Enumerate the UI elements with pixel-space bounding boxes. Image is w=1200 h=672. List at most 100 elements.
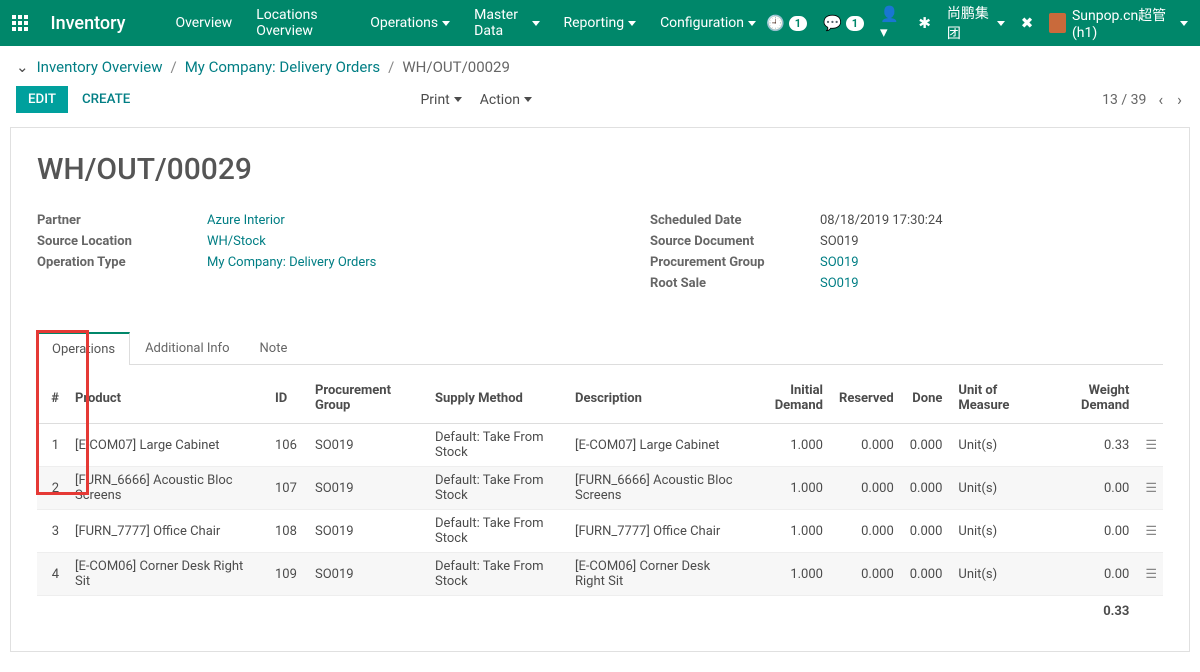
cell-res: 0.000 xyxy=(831,467,902,510)
cell-proc: SO019 xyxy=(307,553,427,596)
footer-weight-total: 0.33 xyxy=(37,596,1137,628)
breadcrumb-sep: / xyxy=(388,58,394,76)
field-source-location[interactable]: WH/Stock xyxy=(207,234,266,249)
label-root-sale: Root Sale xyxy=(650,276,820,291)
nav-configuration[interactable]: Configuration xyxy=(650,1,766,45)
user-menu-icon[interactable]: 👤▾ xyxy=(880,5,902,41)
breadcrumb-toggle-icon[interactable]: ⌄ xyxy=(16,58,29,76)
apps-icon[interactable] xyxy=(12,15,29,31)
col-wt[interactable]: Weight Demand xyxy=(1045,373,1138,424)
label-source-location: Source Location xyxy=(37,234,207,249)
chevron-down-icon xyxy=(442,21,450,26)
table-row[interactable]: 1[E-COM07] Large Cabinet106SO019Default:… xyxy=(37,424,1163,467)
pager-prev[interactable]: ‹ xyxy=(1156,90,1165,109)
cell-product: [FURN_6666] Acoustic Bloc Screens xyxy=(67,467,267,510)
edit-button[interactable]: EDIT xyxy=(16,86,68,113)
row-menu-icon[interactable]: ☰ xyxy=(1137,467,1163,510)
pager-text: 13 / 39 xyxy=(1102,92,1146,108)
user-box[interactable]: Sunpop.cn超管 (h1) xyxy=(1049,5,1188,41)
field-partner[interactable]: Azure Interior xyxy=(207,213,285,228)
nav-overview[interactable]: Overview xyxy=(165,1,242,45)
form-sheet: WH/OUT/00029 PartnerAzure Interior Sourc… xyxy=(10,127,1190,652)
row-menu-icon[interactable]: ☰ xyxy=(1137,510,1163,553)
nav-locations[interactable]: Locations Overview xyxy=(246,1,356,45)
print-label: Print xyxy=(420,92,449,108)
cell-init: 1.000 xyxy=(743,553,831,596)
cell-proc: SO019 xyxy=(307,467,427,510)
messages-button[interactable]: 💬1 xyxy=(823,14,864,32)
label-procurement-group: Procurement Group xyxy=(650,255,820,270)
cell-uom: Unit(s) xyxy=(950,510,1044,553)
field-root-sale[interactable]: SO019 xyxy=(820,276,859,291)
messages-count: 1 xyxy=(846,16,864,31)
label-operation-type: Operation Type xyxy=(37,255,207,270)
col-supply[interactable]: Supply Method xyxy=(427,373,567,424)
field-procurement-group[interactable]: SO019 xyxy=(820,255,859,270)
cell-uom: Unit(s) xyxy=(950,553,1044,596)
breadcrumb-sep: / xyxy=(171,58,177,76)
nav-reporting[interactable]: Reporting xyxy=(554,1,647,45)
nav-reporting-label: Reporting xyxy=(564,15,625,31)
app-brand[interactable]: Inventory xyxy=(51,13,126,34)
control-bar: EDIT CREATE Print Action 13 / 39 ‹ › xyxy=(0,76,1200,127)
cell-uom: Unit(s) xyxy=(950,424,1044,467)
cell-res: 0.000 xyxy=(831,424,902,467)
field-operation-type[interactable]: My Company: Delivery Orders xyxy=(207,255,376,270)
cell-supply: Default: Take From Stock xyxy=(427,553,567,596)
action-label: Action xyxy=(480,92,520,108)
cell-product: [E-COM06] Corner Desk Right Sit xyxy=(67,553,267,596)
col-init[interactable]: Initial Demand xyxy=(743,373,831,424)
clock-icon: 🕘 xyxy=(766,14,785,32)
company-switcher[interactable]: 尚鹏集团 xyxy=(947,3,1005,43)
cell-res: 0.000 xyxy=(831,510,902,553)
col-product[interactable]: Product xyxy=(67,373,267,424)
cell-product: [FURN_7777] Office Chair xyxy=(67,510,267,553)
chevron-down-icon xyxy=(628,21,636,26)
breadcrumb-link-1[interactable]: Inventory Overview xyxy=(37,58,163,76)
col-id[interactable]: ID xyxy=(267,373,307,424)
tab-additional-info[interactable]: Additional Info xyxy=(130,332,244,365)
breadcrumb-link-2[interactable]: My Company: Delivery Orders xyxy=(185,58,380,76)
action-menu[interactable]: Action xyxy=(480,92,532,108)
cell-n: 4 xyxy=(37,553,67,596)
col-desc[interactable]: Description xyxy=(567,373,743,424)
col-menu xyxy=(1137,373,1163,424)
nav-master-data[interactable]: Master Data xyxy=(464,1,549,45)
cell-product: [E-COM07] Large Cabinet xyxy=(67,424,267,467)
col-uom[interactable]: Unit of Measure xyxy=(950,373,1044,424)
nav-operations[interactable]: Operations xyxy=(360,1,460,45)
cell-proc: SO019 xyxy=(307,424,427,467)
field-source-document: SO019 xyxy=(820,234,859,249)
table-row[interactable]: 4[E-COM06] Corner Desk Right Sit109SO019… xyxy=(37,553,1163,596)
chevron-down-icon xyxy=(997,21,1005,26)
row-menu-icon[interactable]: ☰ xyxy=(1137,424,1163,467)
nav-master-label: Master Data xyxy=(474,7,527,39)
col-proc[interactable]: Procurement Group xyxy=(307,373,427,424)
col-done[interactable]: Done xyxy=(902,373,951,424)
chevron-down-icon xyxy=(1180,21,1188,26)
cell-id: 107 xyxy=(267,467,307,510)
row-menu-icon[interactable]: ☰ xyxy=(1137,553,1163,596)
create-button[interactable]: CREATE xyxy=(82,92,130,107)
user-name: Sunpop.cn超管 (h1) xyxy=(1072,5,1174,41)
table-row[interactable]: 2[FURN_6666] Acoustic Bloc Screens107SO0… xyxy=(37,467,1163,510)
cell-supply: Default: Take From Stock xyxy=(427,467,567,510)
table-row[interactable]: 3[FURN_7777] Office Chair108SO019Default… xyxy=(37,510,1163,553)
cell-id: 108 xyxy=(267,510,307,553)
debug-icon[interactable]: ✱ xyxy=(918,14,931,32)
cell-init: 1.000 xyxy=(743,510,831,553)
pager-next[interactable]: › xyxy=(1175,90,1184,109)
cell-uom: Unit(s) xyxy=(950,467,1044,510)
cell-supply: Default: Take From Stock xyxy=(427,510,567,553)
tab-note[interactable]: Note xyxy=(245,332,303,365)
field-col-right: Scheduled Date08/18/2019 17:30:24 Source… xyxy=(650,213,1163,297)
print-menu[interactable]: Print xyxy=(420,92,461,108)
cell-id: 106 xyxy=(267,424,307,467)
tab-operations[interactable]: Operations xyxy=(37,332,130,365)
col-res[interactable]: Reserved xyxy=(831,373,902,424)
nav-config-label: Configuration xyxy=(660,15,744,31)
fullscreen-exit-icon[interactable]: ✖ xyxy=(1021,14,1034,32)
chevron-down-icon xyxy=(524,97,532,102)
cell-desc: [FURN_7777] Office Chair xyxy=(567,510,743,553)
activities-button[interactable]: 🕘1 xyxy=(766,14,807,32)
